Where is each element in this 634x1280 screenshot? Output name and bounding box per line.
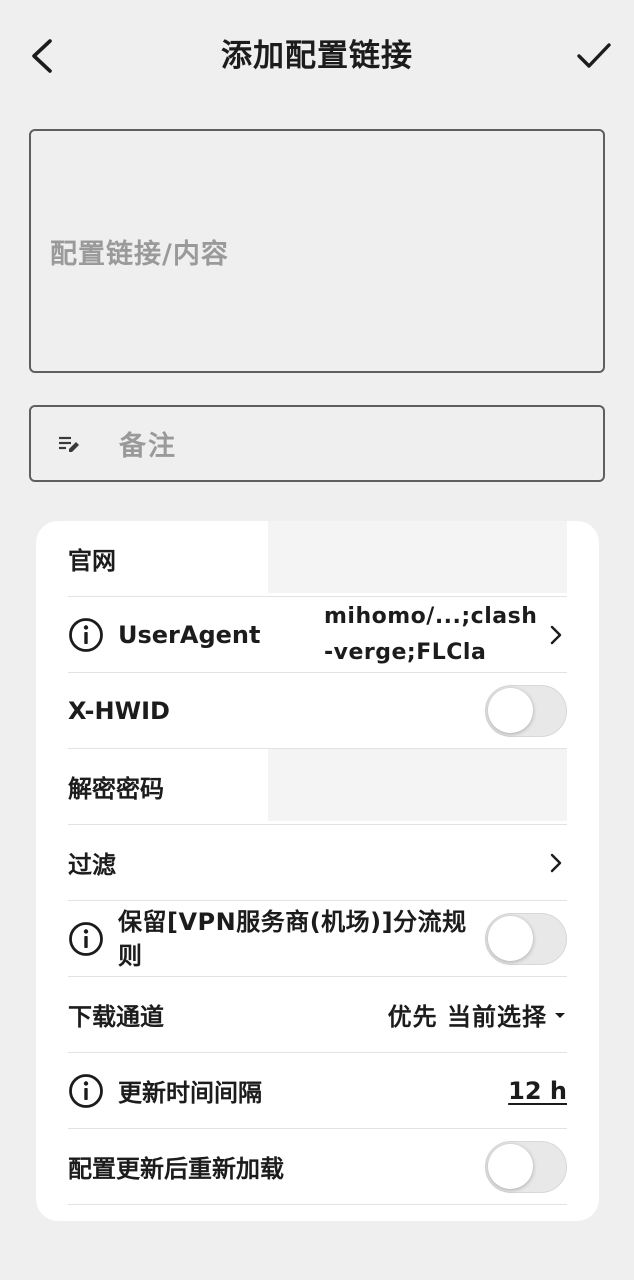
decrypt-password-row: 解密密码: [68, 749, 567, 825]
info-icon[interactable]: [68, 921, 104, 957]
reload-after-update-label: 配置更新后重新加载: [68, 1155, 284, 1183]
filter-row[interactable]: 过滤: [68, 825, 567, 901]
remark-input[interactable]: 备注: [29, 405, 605, 482]
app-bar: 添加配置链接: [0, 0, 634, 115]
download-channel-value: 优先 当前选择: [387, 1003, 547, 1031]
user-agent-label: UserAgent: [118, 620, 261, 649]
caret-down-icon: [555, 1012, 565, 1018]
confirm-button[interactable]: [572, 36, 616, 76]
website-label: 官网: [68, 547, 116, 575]
keep-rules-label: 保留[VPN服务商(机场)]分流规则: [118, 907, 467, 970]
chevron-right-icon: [550, 853, 562, 872]
edit-note-icon: [59, 436, 79, 452]
toggle-knob: [488, 915, 533, 961]
x-hwid-row: X-HWID: [68, 673, 567, 749]
keep-rules-row: 保留[VPN服务商(机场)]分流规则: [68, 901, 567, 977]
decrypt-password-input[interactable]: [268, 749, 567, 821]
reload-after-update-toggle[interactable]: [485, 1140, 567, 1193]
website-input[interactable]: [268, 521, 567, 593]
chevron-right-icon: [550, 625, 562, 644]
config-url-input[interactable]: 配置链接/内容: [29, 129, 605, 373]
website-row: 官网: [68, 521, 567, 597]
check-icon: [577, 43, 611, 68]
page-title: 添加配置链接: [221, 38, 413, 74]
decrypt-password-label: 解密密码: [68, 775, 164, 803]
x-hwid-toggle[interactable]: [485, 684, 567, 737]
user-agent-row[interactable]: UserAgent mihomo/...;clash-verge;FLCla: [68, 597, 567, 673]
update-interval-value[interactable]: 12 h: [508, 1077, 567, 1105]
update-interval-row: 更新时间间隔 12 h: [68, 1053, 567, 1129]
reload-after-update-row: 配置更新后重新加载: [68, 1129, 567, 1205]
user-agent-value: mihomo/...;clash-verge;FLCla: [324, 603, 538, 665]
toggle-knob: [488, 687, 533, 733]
config-url-placeholder: 配置链接/内容: [50, 238, 229, 270]
download-channel-row: 下载通道 优先 当前选择: [68, 977, 567, 1053]
settings-card: 官网 UserAgent mihomo/...;clash-verge;FLCl…: [36, 521, 599, 1221]
info-icon[interactable]: [68, 1073, 104, 1109]
remark-placeholder: 备注: [119, 431, 177, 462]
update-interval-label: 更新时间间隔: [118, 1079, 262, 1107]
filter-label: 过滤: [68, 851, 116, 879]
download-channel-label: 下载通道: [68, 1003, 164, 1031]
info-icon[interactable]: [68, 617, 104, 653]
keep-rules-toggle[interactable]: [485, 912, 567, 965]
toggle-knob: [488, 1143, 533, 1189]
x-hwid-label: X-HWID: [68, 696, 170, 725]
download-channel-dropdown[interactable]: 优先 当前选择: [388, 997, 567, 1032]
